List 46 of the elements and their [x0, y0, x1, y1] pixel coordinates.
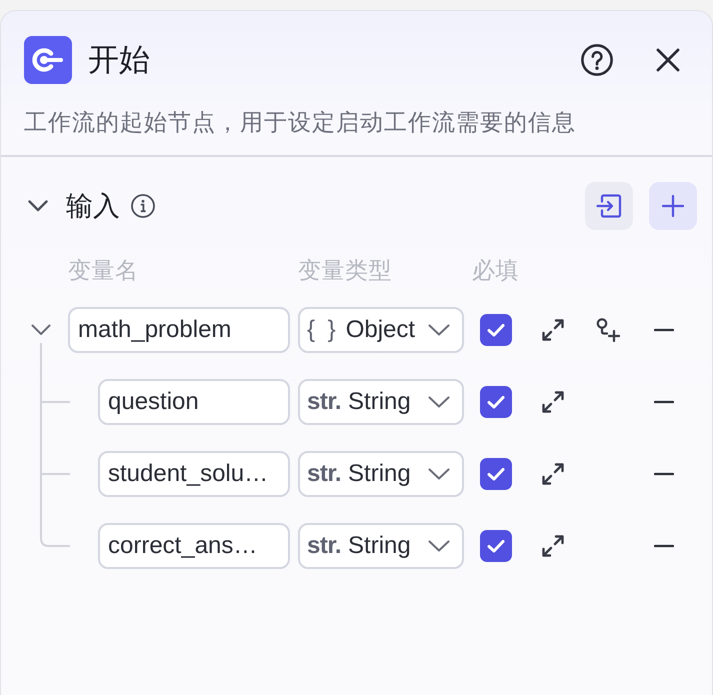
- expand-icon[interactable]: [541, 318, 565, 342]
- close-icon[interactable]: [656, 48, 680, 72]
- start-node-icon: [24, 36, 72, 84]
- variable-name-field[interactable]: student_solu…: [98, 451, 290, 497]
- required-checkbox[interactable]: [480, 458, 512, 490]
- column-header: 变量类型: [298, 258, 393, 282]
- type-select[interactable]: str. String: [298, 379, 464, 425]
- expand-icon[interactable]: [541, 462, 565, 486]
- check-icon: [487, 467, 505, 481]
- required-checkbox[interactable]: [480, 314, 512, 346]
- required-checkbox[interactable]: [480, 530, 512, 562]
- info-icon[interactable]: [131, 194, 155, 218]
- minus-icon[interactable]: [654, 472, 674, 476]
- check-icon: [487, 323, 505, 337]
- expand-icon[interactable]: [541, 534, 565, 558]
- plus-icon: [662, 195, 684, 217]
- column-header: 必填: [472, 258, 519, 282]
- check-icon: [487, 395, 505, 409]
- chevron-down-icon[interactable]: [28, 200, 48, 212]
- type-select[interactable]: str. String: [298, 451, 464, 497]
- tree-connector: [40, 425, 71, 497]
- check-icon: [487, 539, 505, 553]
- type-select[interactable]: str. String: [298, 523, 464, 569]
- column-header: 变量名: [68, 258, 140, 282]
- minus-icon[interactable]: [654, 400, 674, 404]
- variable-name-field[interactable]: math_problem: [68, 307, 290, 353]
- panel-description: 工作流的起始节点，用于设定启动工作流需要的信息: [24, 110, 577, 134]
- import-button[interactable]: [585, 182, 633, 230]
- chevron-down-icon[interactable]: [31, 324, 51, 336]
- required-checkbox[interactable]: [480, 386, 512, 418]
- section-title: 输入: [66, 190, 120, 223]
- help-icon[interactable]: [581, 44, 613, 76]
- variable-name-field[interactable]: question: [98, 379, 290, 425]
- panel-title: 开始: [88, 41, 150, 79]
- chevron-down-icon: [428, 324, 450, 336]
- add-button[interactable]: [649, 182, 697, 230]
- arrow-into-box-icon: [596, 194, 622, 218]
- minus-icon[interactable]: [654, 328, 674, 332]
- branch-plus-icon[interactable]: [596, 318, 620, 342]
- chevron-down-icon: [428, 540, 450, 552]
- variable-name-field[interactable]: correct_ans…: [98, 523, 290, 569]
- chevron-down-icon: [428, 396, 450, 408]
- type-select[interactable]: { } Object: [298, 307, 464, 353]
- expand-icon[interactable]: [541, 390, 565, 414]
- chevron-down-icon: [428, 468, 450, 480]
- minus-icon[interactable]: [654, 544, 674, 548]
